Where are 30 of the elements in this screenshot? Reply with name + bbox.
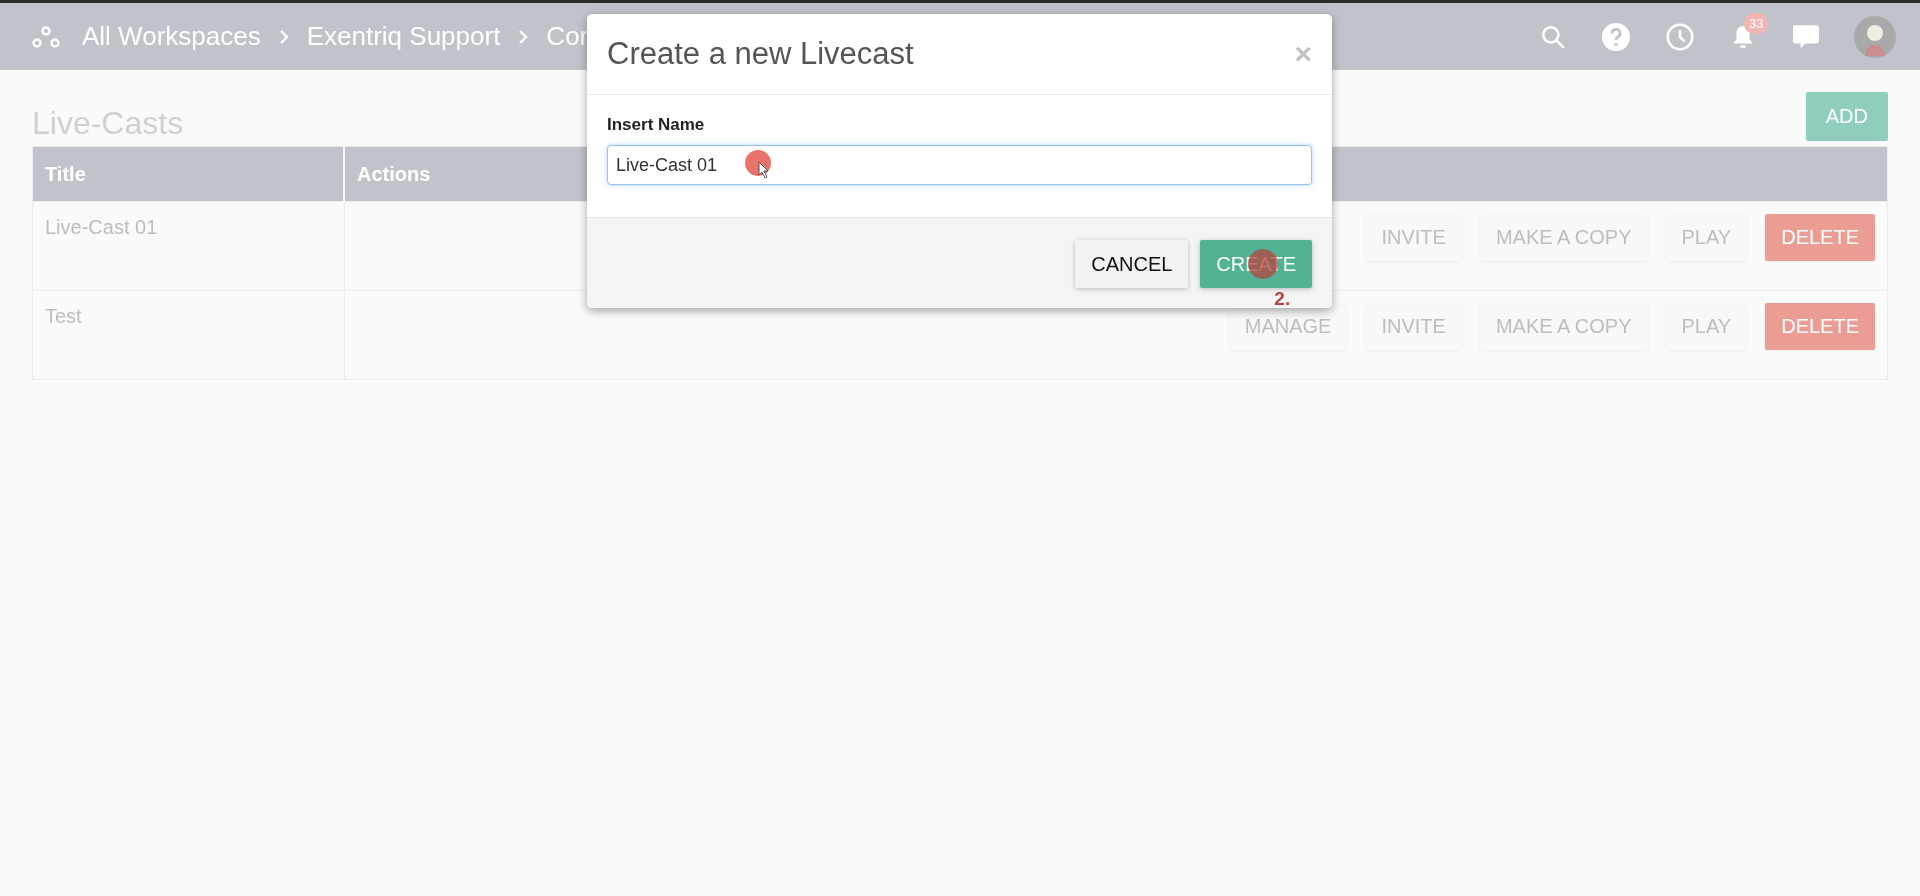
action-button[interactable]: DELETE (1765, 214, 1875, 261)
action-button[interactable]: INVITE (1365, 214, 1462, 261)
breadcrumb-link[interactable]: Cor (546, 21, 589, 52)
breadcrumb-link[interactable]: All Workspaces (82, 21, 261, 52)
field-label: Insert Name (607, 115, 706, 135)
dialog-title: Create a new Livecast (607, 36, 914, 72)
table-cell: Live-Cast 01 (45, 216, 158, 238)
avatar[interactable] (1854, 15, 1896, 58)
action-button[interactable]: MAKE A COPY (1479, 214, 1648, 261)
notification-badge: 33 (1744, 12, 1769, 34)
chat-icon[interactable] (1792, 23, 1820, 50)
name-field[interactable]: Live-Cast 01 (607, 145, 1312, 185)
action-button[interactable]: MAKE A COPY (1479, 303, 1648, 350)
action-button[interactable]: PLAY (1665, 214, 1748, 261)
help-icon[interactable] (1602, 22, 1630, 51)
table-cell: Test (45, 305, 82, 327)
close-button[interactable]: × (1294, 37, 1312, 71)
column-header: Title (33, 147, 345, 201)
action-button[interactable]: PLAY (1665, 303, 1748, 350)
workspaces-icon[interactable] (32, 24, 60, 49)
search-icon[interactable] (1540, 23, 1566, 50)
add-button[interactable]: ADD (1805, 91, 1888, 141)
clock-icon[interactable] (1666, 22, 1694, 51)
breadcrumb-link[interactable]: Exentriq Support (306, 21, 501, 52)
action-button[interactable]: DELETE (1765, 303, 1875, 350)
chevron-icon (518, 28, 529, 45)
dialog-button[interactable]: CANCEL (1075, 240, 1189, 288)
chevron-icon (278, 28, 289, 45)
action-button[interactable]: INVITE (1365, 303, 1462, 350)
column-header: Actions (357, 162, 431, 186)
